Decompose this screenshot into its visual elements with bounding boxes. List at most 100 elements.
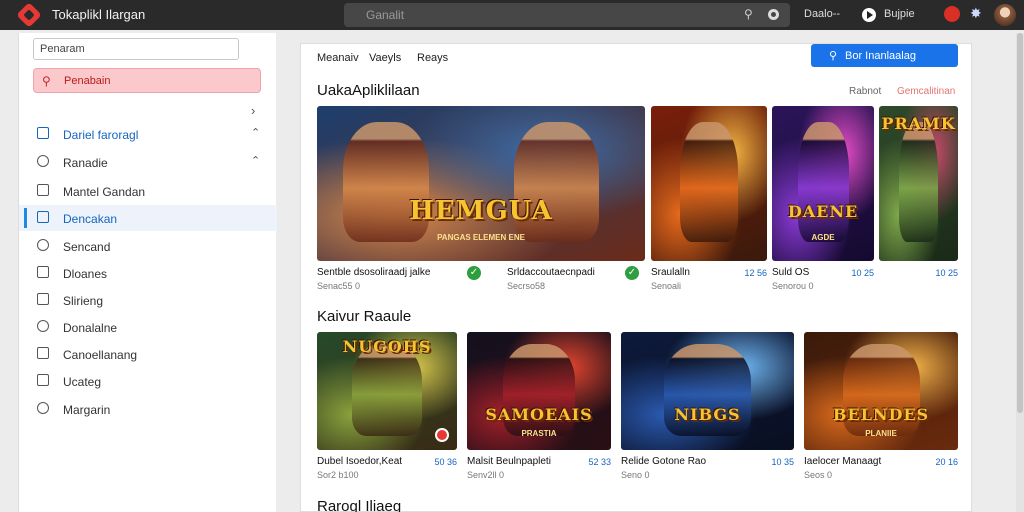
game-card-name[interactable]: Srldaccoutaecnpadi — [507, 267, 595, 278]
sidebar-item[interactable]: Slirieng — [19, 287, 277, 313]
app-title: Tokaplikl Ilargan — [52, 7, 146, 22]
game-cover-image[interactable]: NUGOHS — [317, 332, 457, 450]
chevron-up-icon[interactable]: ⌃ — [251, 154, 260, 167]
sidebar-item-label: Ucateg — [63, 375, 102, 389]
sidebar-item[interactable]: Sencand — [19, 233, 277, 259]
game-card-meta: Senoali — [651, 281, 682, 291]
header-action-2[interactable]: Bujpie — [884, 8, 915, 20]
chat-icon — [37, 239, 49, 251]
sidebar-item[interactable]: Dariel faroragl ⌃ — [19, 121, 277, 147]
primary-action-label: Bor Inanlaalag — [845, 50, 916, 62]
game-card[interactable]: Srldaccoutaecnpadi Secrso58 ✓ — [507, 261, 645, 295]
game-card-rating: 50 36 — [434, 457, 457, 467]
game-card-name[interactable]: Iaelocer Manaagt — [804, 456, 881, 467]
settings-icon[interactable]: ✸ — [970, 5, 982, 22]
verified-check-icon: ✓ — [625, 266, 639, 280]
chevron-right-icon[interactable]: › — [251, 103, 255, 118]
game-card[interactable]: Sraulalln Senoali 12 56 — [651, 106, 767, 297]
game-card[interactable]: SAMOEAIS PRASTIA Malsit Beulnpapleti Senv2l… — [467, 332, 611, 486]
sidebar-item[interactable]: Canoellanang — [19, 341, 277, 367]
game-cover-image[interactable]: SAMOEAIS PRASTIA — [467, 332, 611, 450]
page-scrollbar[interactable] — [1016, 33, 1024, 512]
sidebar-item[interactable]: Ucateg — [19, 368, 277, 394]
dollar-icon — [37, 320, 49, 332]
game-card[interactable]: NUGOHS Dubel Isoedor,Keat Sor2 b100 50 36 — [317, 332, 457, 486]
game-cover-image[interactable] — [651, 106, 767, 261]
sidebar-item[interactable]: Ranadie ⌃ — [19, 149, 277, 175]
game-cover-image[interactable]: NIBGS — [621, 332, 794, 450]
game-card-rating: 12 56 — [744, 268, 767, 278]
game-badge-icon — [435, 428, 449, 442]
tab-0[interactable]: Meanaiv — [317, 52, 359, 64]
game-logo-title: NIBGS — [674, 405, 741, 425]
game-logo-subtitle: PLANIIE — [865, 428, 897, 438]
sidebar-item-label: Dloanes — [63, 267, 108, 281]
primary-action-button[interactable]: ⚲ Bor Inanlaalag — [811, 44, 958, 67]
tab-1[interactable]: Vaeyls — [369, 52, 401, 64]
box-icon — [37, 402, 49, 414]
hero-figure — [797, 121, 849, 243]
header-action-1[interactable]: Daalo-- — [804, 8, 840, 20]
sidebar-item[interactable]: Dloanes — [19, 260, 277, 286]
game-cover-image[interactable]: PRAMK — [879, 106, 958, 261]
game-card[interactable]: DAENE AGDE Suld OS Senorou 0 10 25 — [772, 106, 874, 297]
record-icon[interactable] — [768, 9, 779, 20]
section-1-link-a[interactable]: Rabnot — [849, 86, 881, 97]
game-logo-title: BELNDES — [832, 405, 930, 425]
search-icon: ⚲ — [42, 74, 51, 88]
sidebar-item-label: Margarin — [63, 403, 111, 417]
sidebar-item[interactable]: Donalalne — [19, 314, 277, 340]
game-card[interactable]: NIBGS Relide Gotone Rao Seno 0 10 35 — [621, 332, 794, 486]
sidebar-item[interactable]: Mantel Gandan — [19, 178, 277, 204]
calendar-icon — [37, 127, 49, 139]
sidebar-search-input[interactable] — [33, 38, 239, 60]
game-card-meta: Seno 0 — [621, 470, 650, 480]
sidebar-item-label: Donalalne — [63, 321, 118, 335]
scrollbar-thumb[interactable] — [1017, 33, 1023, 413]
section-1-link-b[interactable]: Gemcalitinan — [897, 86, 955, 97]
sidebar-item[interactable]: Margarin — [19, 396, 277, 422]
window-icon — [37, 211, 49, 223]
game-card-name[interactable]: Sraulalln — [651, 267, 690, 278]
game-card-name[interactable]: Dubel Isoedor,Keat — [317, 456, 402, 467]
game-cover-image[interactable]: DAENE AGDE — [772, 106, 874, 261]
game-card[interactable]: BELNDES PLANIIE Iaelocer Manaagt Seos 0 20 1… — [804, 332, 958, 486]
folder-icon — [37, 184, 49, 196]
sidebar-item-label: Ranadie — [63, 156, 108, 170]
game-card[interactable]: PRAMK 10 25 — [879, 106, 958, 297]
doc-icon — [37, 266, 49, 278]
section-1-title: UakaApliklilaan — [317, 82, 420, 99]
game-logo-subtitle: PANGAS ELEMEN ENE — [437, 233, 525, 243]
search-icon[interactable]: ⚲ — [744, 7, 753, 21]
game-card-name[interactable]: Malsit Beulnpapleti — [467, 456, 551, 467]
global-search-input[interactable]: Ganalit ⚲ — [344, 3, 790, 27]
clock-icon — [37, 347, 49, 359]
top-bar: Tokaplikl Ilargan Ganalit ⚲ Daalo-- Bujp… — [0, 0, 1024, 30]
sidebar-active-search[interactable]: ⚲ Penabain — [33, 68, 261, 93]
chevron-up-icon[interactable]: ⌃ — [251, 126, 260, 139]
game-card-name[interactable]: Relide Gotone Rao — [621, 456, 706, 467]
tab-2[interactable]: Reays — [417, 52, 448, 64]
sidebar-item-label: Canoellanang — [63, 348, 138, 362]
game-logo-title: SAMOEAIS — [485, 405, 593, 425]
game-card-rating: 10 25 — [851, 268, 874, 278]
game-cover-image[interactable]: HEMGUA PANGAS ELEMEN ENE — [317, 106, 645, 261]
sidebar-item-label: Sencand — [63, 240, 111, 254]
app-logo-icon[interactable] — [16, 2, 42, 28]
play-circle-icon[interactable] — [862, 8, 876, 22]
game-card-meta: Senac55 0 — [317, 281, 361, 291]
game-logo-title: DAENE — [787, 202, 859, 222]
sidebar: ⚲ Penabain › Dariel faroragl ⌃ Ranadie ⌃ Man… — [18, 33, 277, 512]
game-logo-title: PRAMK — [881, 113, 956, 133]
main-content: Meanaiv Vaeyls Reays ⚲ Bor Inanlaalag Uaka… — [300, 43, 972, 512]
hero-figure — [352, 343, 422, 436]
game-card-rating: 20 16 — [935, 457, 958, 467]
notification-icon[interactable] — [944, 6, 960, 22]
sidebar-item-label: Dariel faroragl — [63, 128, 139, 142]
user-avatar[interactable] — [994, 4, 1016, 26]
game-card-name[interactable]: Suld OS — [772, 267, 809, 278]
game-card-name[interactable]: Sentble dsosoliraadj jalke — [317, 267, 430, 278]
target-icon — [37, 293, 49, 305]
sidebar-item[interactable]: Dencakan — [19, 205, 277, 231]
game-cover-image[interactable]: BELNDES PLANIIE — [804, 332, 958, 450]
